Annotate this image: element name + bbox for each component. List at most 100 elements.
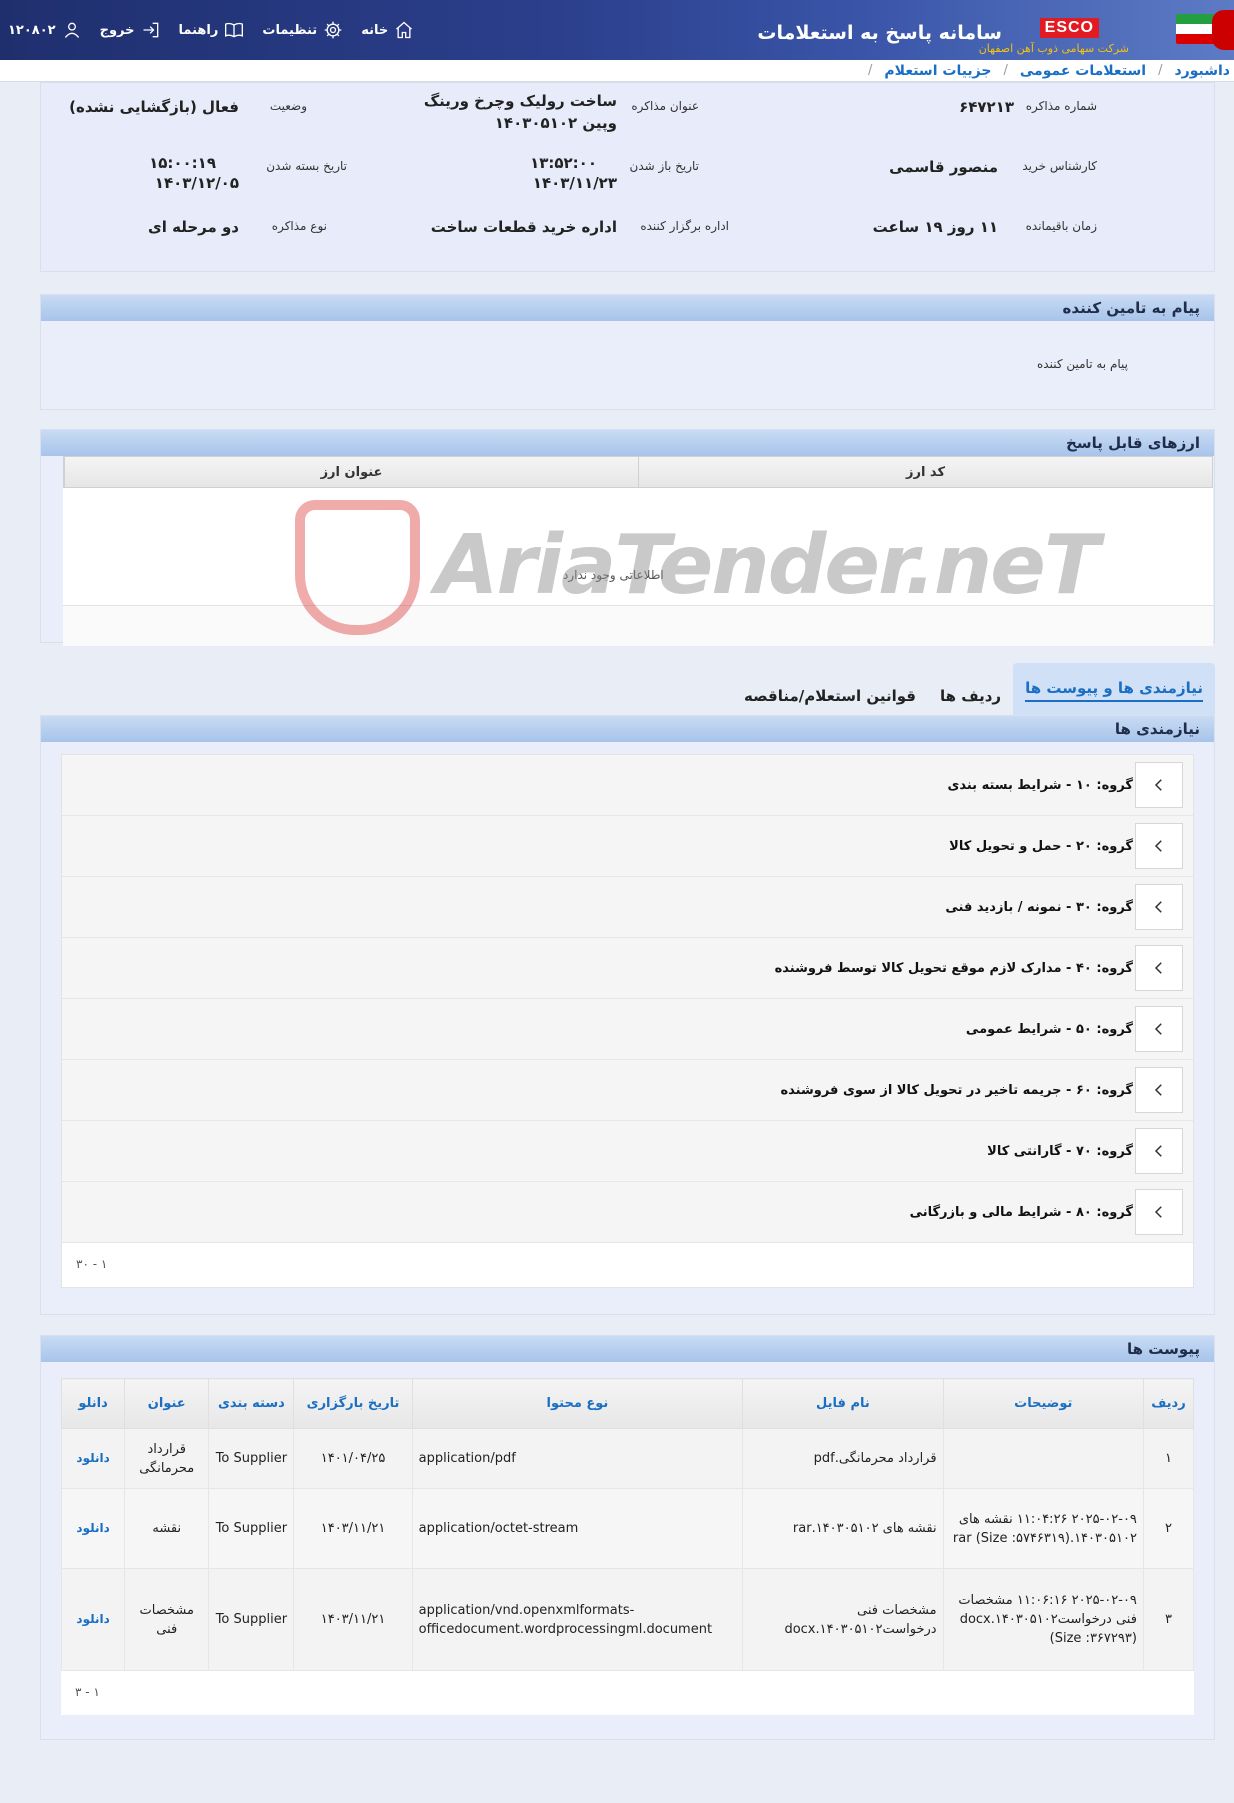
nav-settings[interactable]: تنظیمات <box>262 20 343 40</box>
nav-user[interactable]: ۱۲۰۸۰۲ <box>8 20 82 40</box>
requirement-group[interactable]: گروه: ۴۰ - مدارک لازم موقع تحویل کالا تو… <box>62 938 1193 999</box>
expand-button[interactable] <box>1135 945 1183 991</box>
breadcrumb-public-inquiries[interactable]: استعلامات عمومی <box>1020 63 1146 79</box>
download-link[interactable]: دانلود <box>76 1521 109 1535</box>
expand-button[interactable] <box>1135 1006 1183 1052</box>
requirements-title: نیازمندی ها <box>1114 720 1200 738</box>
attachments-table-wrap: ردیف توضیحات نام فایل نوع محتوا تاریخ با… <box>60 1378 1195 1715</box>
chevron-left-icon <box>1154 1023 1162 1035</box>
negotiation-number-label: شماره مذاکره <box>1025 99 1097 113</box>
supplier-message-body: پیام به تامین کننده <box>41 321 1214 411</box>
watermark: AriaTender.neT <box>295 500 1100 640</box>
supplier-message-panel: پیام به تامین کننده پیام به تامین کننده <box>40 294 1215 410</box>
negotiation-type-label: نوع مذاکره <box>271 219 327 233</box>
row-upload-date: ۱۴۰۳/۱۱/۲۱ <box>293 1488 413 1569</box>
user-icon <box>64 22 79 38</box>
chevron-left-icon <box>1154 962 1162 974</box>
row-index: ۳ <box>1142 1568 1195 1671</box>
supplier-message-header: پیام به تامین کننده <box>41 295 1214 321</box>
breadcrumb-separator: / <box>1158 63 1163 78</box>
row-description: ۲۰۲۵-۰۲-۰۹ ۱۱:۰۴:۲۶ نقشه های ۱۴۰۳۰۵۱۰۲.r… <box>942 1488 1144 1569</box>
download-link[interactable]: دانلود <box>76 1612 109 1626</box>
attachments-table: ردیف توضیحات نام فایل نوع محتوا تاریخ با… <box>60 1378 1195 1671</box>
requirement-group[interactable]: گروه: ۸۰ - شرایط مالی و بازرگانی <box>62 1182 1193 1243</box>
requirements-panel: نیازمندی ها گروه: ۱۰ - شرایط بسته بندی گ… <box>40 715 1215 1315</box>
expand-button[interactable] <box>1135 823 1183 869</box>
expand-button[interactable] <box>1135 1189 1183 1235</box>
emblem-icon <box>1212 10 1234 50</box>
organizer-label: اداره برگزار کننده <box>640 219 729 233</box>
row-upload-date: ۱۴۰۱/۰۴/۲۵ <box>293 1428 413 1489</box>
col-download[interactable]: دانلو <box>60 1378 126 1429</box>
col-title[interactable]: عنوان <box>124 1378 210 1429</box>
download-link[interactable]: دانلود <box>76 1451 109 1465</box>
expand-button[interactable] <box>1135 884 1183 930</box>
requirement-group[interactable]: گروه: ۵۰ - شرایط عمومی <box>62 999 1193 1060</box>
table-row: ۳ ۲۰۲۵-۰۲-۰۹ ۱۱:۰۶:۱۶ مشخصات فنی درخواست… <box>60 1568 1195 1671</box>
nav-home[interactable]: خانه <box>361 20 414 40</box>
expand-button[interactable] <box>1135 1128 1183 1174</box>
breadcrumb: داشبورد / استعلامات عمومی / جزییات استعل… <box>0 60 1234 82</box>
tab-rules[interactable]: قوانین استعلام/مناقصه <box>732 687 928 715</box>
inquiry-info: شماره مذاکره ۶۴۷۲۱۳ عنوان مذاکره ساخت رو… <box>40 82 1215 272</box>
gear-icon <box>324 21 342 39</box>
close-date: ۱۴۰۳/۱۲/۰۵ <box>154 174 239 192</box>
col-content-type[interactable]: نوع محتوا <box>411 1378 744 1429</box>
requirements-header: نیازمندی ها <box>41 716 1214 742</box>
expand-button[interactable] <box>1135 1067 1183 1113</box>
attachments-header-row: ردیف توضیحات نام فایل نوع محتوا تاریخ با… <box>60 1378 1195 1429</box>
open-date-label: تاریخ باز شدن <box>629 159 699 173</box>
row-category: To Supplier <box>208 1428 295 1489</box>
col-description[interactable]: توضیحات <box>942 1378 1144 1429</box>
supplier-message-text: پیام به تامین کننده <box>1037 357 1128 371</box>
table-row: ۲ ۲۰۲۵-۰۲-۰۹ ۱۱:۰۴:۲۶ نقشه های ۱۴۰۳۰۵۱۰۲… <box>60 1488 1195 1569</box>
requirement-group[interactable]: گروه: ۷۰ - گارانتی کالا <box>62 1121 1193 1182</box>
tab-requirements-attachments[interactable]: نیازمندی ها و پیوست ها <box>1013 663 1215 715</box>
col-currency-code[interactable]: کد ارز <box>638 457 1212 487</box>
nav-guides-label: راهنما <box>178 22 219 38</box>
group-label: گروه: ۵۰ - شرایط عمومی <box>965 1021 1133 1037</box>
breadcrumb-inquiry-details[interactable]: جزییات استعلام <box>884 63 991 79</box>
col-file-name[interactable]: نام فایل <box>742 1378 944 1429</box>
pager-range: ۱ - ۳ <box>75 1685 100 1699</box>
requirement-group[interactable]: گروه: ۲۰ - حمل و تحویل کالا <box>62 816 1193 877</box>
tabs: نیازمندی ها و پیوست ها ردیف ها قوانین اس… <box>40 663 1215 715</box>
group-label: گروه: ۲۰ - حمل و تحویل کالا <box>949 838 1133 854</box>
purchase-expert-label: کارشناس خرید <box>1022 159 1097 173</box>
requirement-group[interactable]: گروه: ۳۰ - نمونه / بازدید فنی <box>62 877 1193 938</box>
row-title: مشخصات فنی <box>124 1568 210 1671</box>
row-category: To Supplier <box>208 1568 295 1671</box>
chevron-left-icon <box>1154 1084 1162 1096</box>
col-category[interactable]: دسته بندی <box>208 1378 295 1429</box>
row-description: ۲۰۲۵-۰۲-۰۹ ۱۱:۰۶:۱۶ مشخصات فنی درخواست۱۴… <box>942 1568 1144 1671</box>
logout-icon <box>143 22 158 38</box>
currencies-title: ارزهای قابل پاسخ <box>1066 434 1200 452</box>
col-index[interactable]: ردیف <box>1142 1378 1195 1429</box>
nav-logout[interactable]: خروج <box>100 20 161 40</box>
watermark-text: AriaTender.neT <box>435 518 1100 613</box>
currencies-table-header: کد ارز عنوان ارز <box>63 456 1213 488</box>
currencies-header: ارزهای قابل پاسخ <box>41 430 1214 456</box>
tab-rows[interactable]: ردیف ها <box>928 687 1013 715</box>
row-title: قرارداد محرمانگی <box>124 1428 210 1489</box>
nav-logout-label: خروج <box>99 22 135 38</box>
chevron-left-icon <box>1154 1145 1162 1157</box>
top-header: ESCO شرکت سهامی ذوب آهن اصفهان سامانه پا… <box>0 0 1234 60</box>
attachments-header: پیوست ها <box>41 1336 1214 1362</box>
group-label: گروه: ۳۰ - نمونه / بازدید فنی <box>945 899 1133 915</box>
status-label: وضعیت <box>269 99 307 113</box>
attachments-title: پیوست ها <box>1126 1340 1200 1358</box>
row-content-type: application/vnd.openxmlformats-officedoc… <box>411 1568 744 1671</box>
requirement-group[interactable]: گروه: ۶۰ - جریمه تاخیر در تحویل کالا از … <box>62 1060 1193 1121</box>
expand-button[interactable] <box>1135 762 1183 808</box>
breadcrumb-dashboard[interactable]: داشبورد <box>1175 63 1231 79</box>
chevron-left-icon <box>1154 779 1162 791</box>
attachments-panel: پیوست ها ردیف توضیحات نام فایل نوع محتوا… <box>40 1335 1215 1740</box>
nav-guides[interactable]: راهنما <box>179 20 245 40</box>
requirement-group[interactable]: گروه: ۱۰ - شرایط بسته بندی <box>62 755 1193 816</box>
row-file-name: نقشه های ۱۴۰۳۰۵۱۰۲.rar <box>742 1488 944 1569</box>
open-time: ۱۳:۵۲:۰۰ <box>530 154 597 172</box>
watermark-shield-icon <box>295 500 420 635</box>
col-currency-title[interactable]: عنوان ارز <box>64 457 638 487</box>
col-upload-date[interactable]: تاریخ بارگزاری <box>293 1378 413 1429</box>
